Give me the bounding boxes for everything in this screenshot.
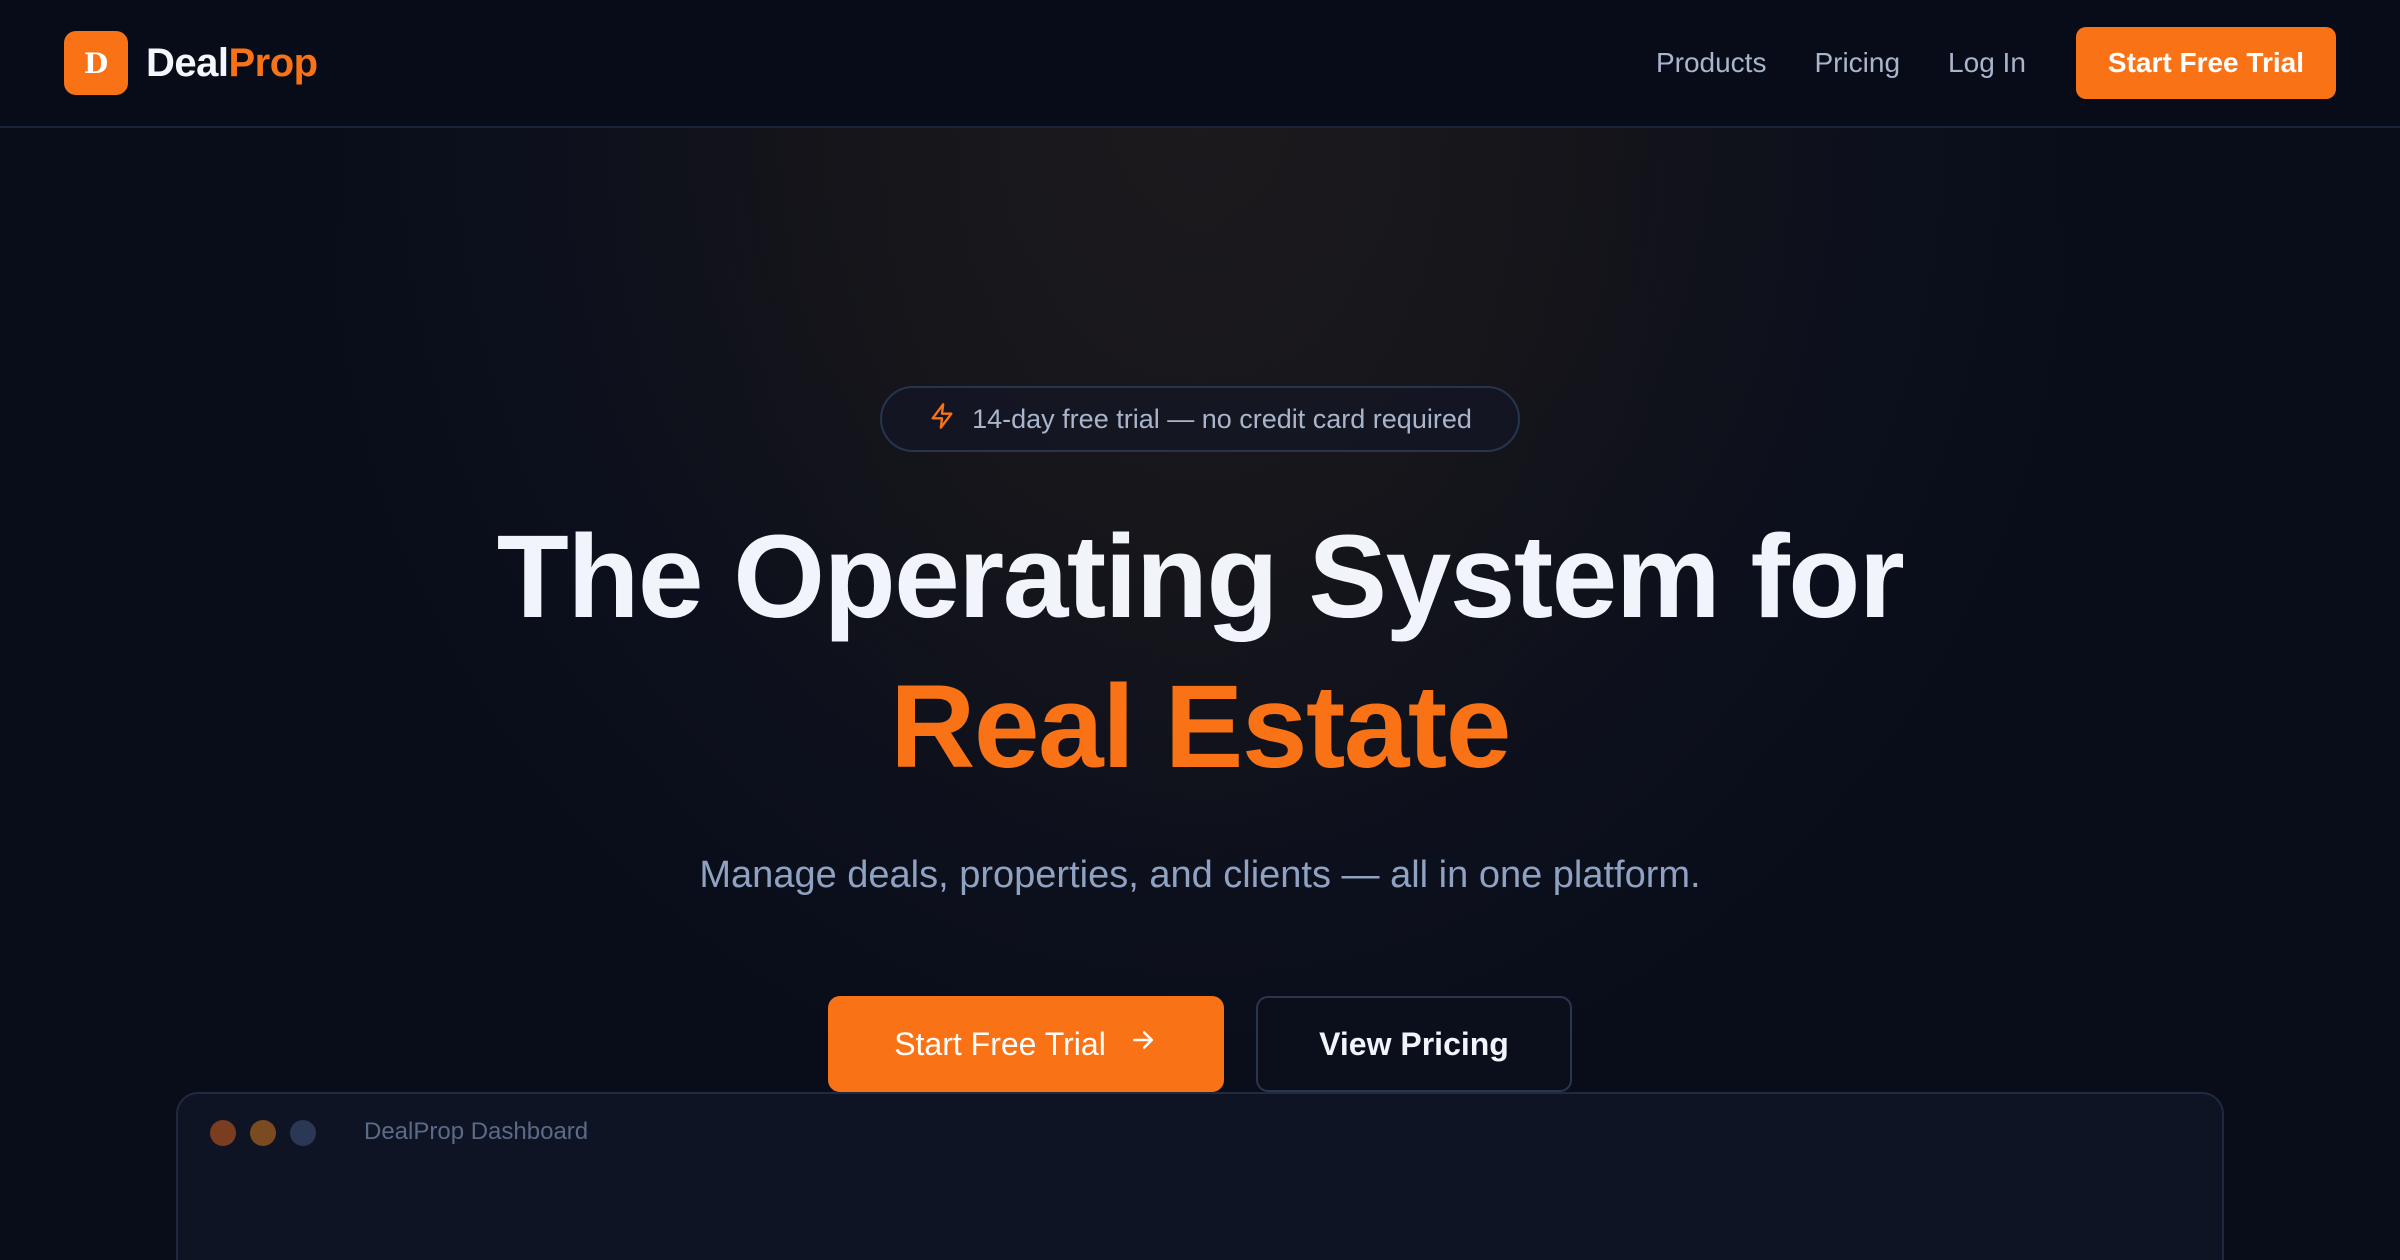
nav-start-trial-button[interactable]: Start Free Trial [2075, 27, 2336, 99]
top-navigation: D DealProp Products Pricing Log In Start… [0, 0, 2400, 128]
free-trial-badge: 14-day free trial — no credit card requi… [880, 386, 1520, 452]
start-free-trial-button[interactable]: Start Free Trial [828, 996, 1224, 1092]
hero-section: 14-day free trial — no credit card requi… [0, 128, 2400, 1260]
hero-headline-line2: Real Estate [890, 661, 1511, 793]
view-pricing-button[interactable]: View Pricing [1256, 996, 1572, 1092]
landing-page: D DealProp Products Pricing Log In Start… [0, 0, 2400, 1260]
nav-link-pricing[interactable]: Pricing [1814, 47, 1900, 79]
lightning-bolt-icon [928, 402, 956, 437]
start-free-trial-label: Start Free Trial [894, 1025, 1106, 1062]
nav-link-products[interactable]: Products [1656, 47, 1767, 79]
brand-name: DealProp [146, 41, 318, 86]
hero-subheadline: Manage deals, properties, and clients — … [699, 854, 1701, 896]
nav-links: Products Pricing Log In Start Free Trial [1608, 27, 2336, 99]
arrow-right-icon [1128, 1025, 1158, 1063]
hero-headline-line1: The Operating System for [496, 511, 1905, 643]
logo-icon: D [64, 31, 128, 95]
free-trial-badge-text: 14-day free trial — no credit card requi… [972, 403, 1472, 434]
brand-name-part2: Prop [228, 40, 319, 85]
nav-link-login[interactable]: Log In [1948, 47, 2026, 79]
brand-logo[interactable]: D DealProp [64, 31, 318, 95]
hero-headline: The Operating System for Real Estate [0, 502, 2400, 802]
brand-name-part1: Deal [146, 40, 229, 85]
